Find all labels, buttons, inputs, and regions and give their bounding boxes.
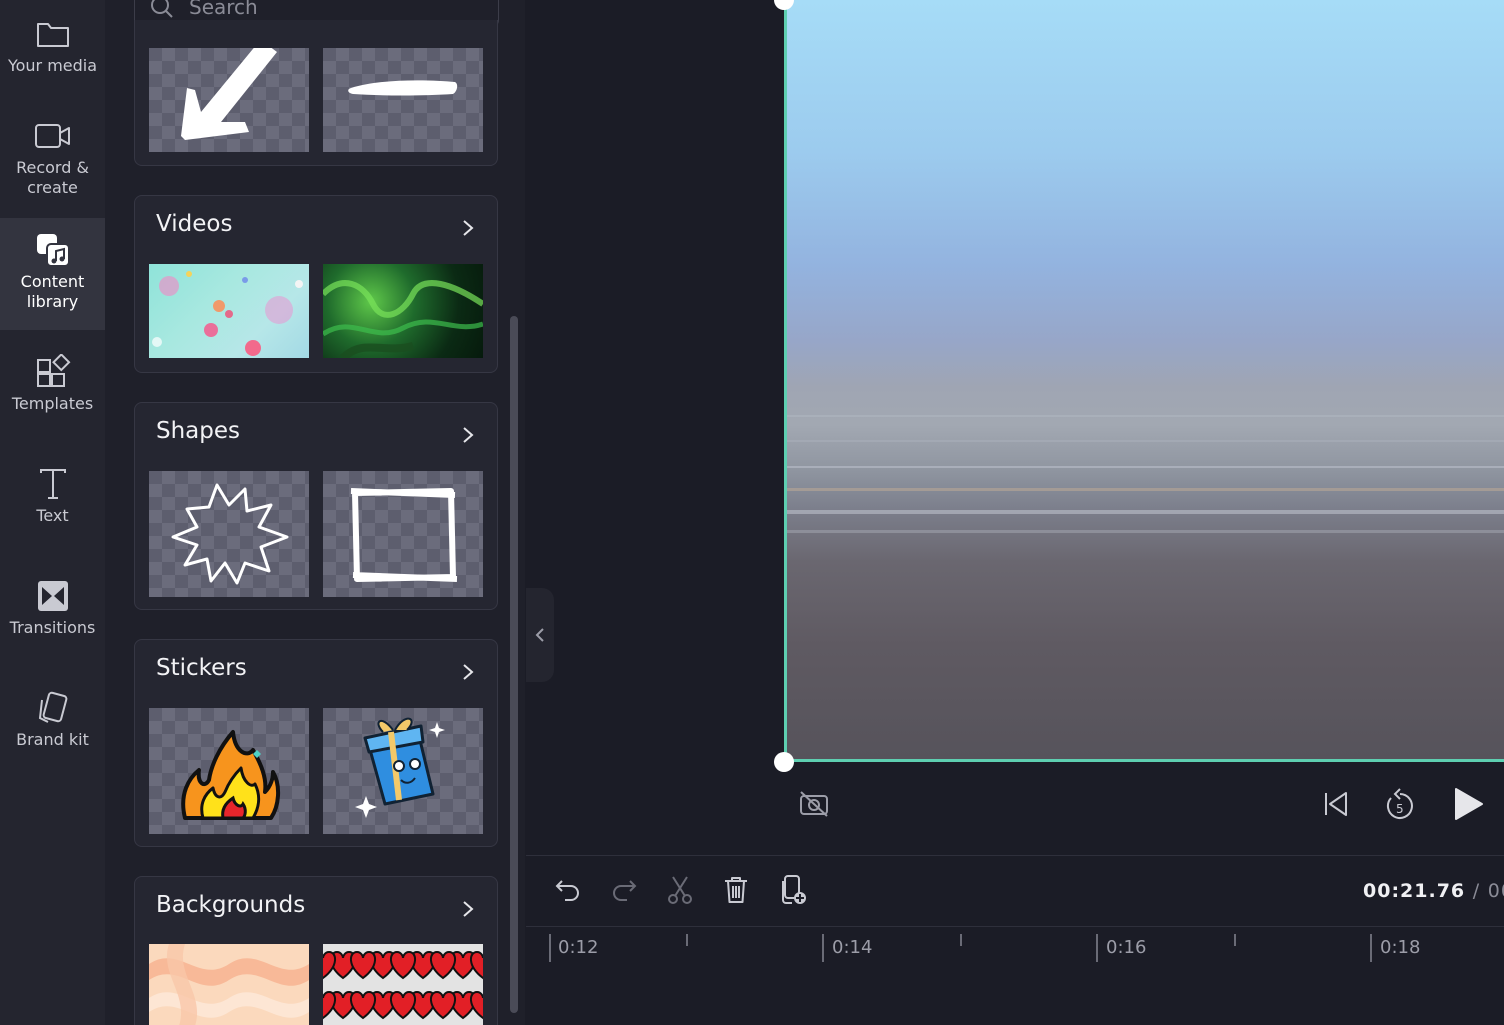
thumbnail-shape-square[interactable] <box>323 471 483 597</box>
thumbnail-shape-burst[interactable] <box>149 471 309 597</box>
section-title: Shapes <box>156 418 241 444</box>
wave-line <box>787 415 1504 417</box>
nav-label: Transitions <box>9 618 96 637</box>
nav-label: Content library <box>20 272 85 311</box>
nav-label: Brand kit <box>16 730 89 749</box>
section-card-overlays <box>134 20 498 166</box>
scissors-icon <box>668 876 692 904</box>
duplicate-button[interactable] <box>776 872 812 908</box>
rewind-5-icon: 5 <box>1386 788 1413 819</box>
thumbnail-video-fractal[interactable] <box>323 264 483 358</box>
search-placeholder: Search <box>189 0 258 19</box>
search-icon <box>151 0 173 18</box>
delete-button[interactable] <box>718 872 754 908</box>
camera-off-icon <box>800 791 828 817</box>
section-card-videos: Videos <box>134 195 498 373</box>
tick-label: 0:12 <box>558 937 599 958</box>
trash-icon <box>725 877 747 903</box>
wave-line <box>787 530 1504 533</box>
video-preview[interactable] <box>784 0 1504 762</box>
tick-major <box>1370 934 1372 962</box>
section-title: Videos <box>156 211 233 237</box>
skip-to-start-button[interactable] <box>1318 786 1354 822</box>
thumbnail-brush-stroke[interactable] <box>323 48 483 152</box>
chevron-right-icon[interactable] <box>461 662 475 682</box>
tick-major <box>822 934 824 962</box>
nav-transitions[interactable]: Transitions <box>0 576 105 666</box>
section-title: Stickers <box>156 655 247 681</box>
thumbnail-sticker-gift[interactable] <box>323 708 483 834</box>
chevron-right-icon[interactable] <box>461 425 475 445</box>
section-title: Backgrounds <box>156 892 306 918</box>
camera-icon <box>33 116 73 156</box>
undo-icon <box>555 880 579 901</box>
redo-button[interactable] <box>606 872 642 908</box>
folder-icon <box>33 14 73 54</box>
nav-brand-kit[interactable]: Brand kit <box>0 688 105 778</box>
content-library-icon <box>33 230 73 270</box>
nav-your-media[interactable]: Your media <box>0 14 105 106</box>
play-icon <box>1455 788 1483 820</box>
redo-icon <box>613 880 637 901</box>
undo-button[interactable] <box>550 872 586 908</box>
nav-label: Text <box>36 506 69 525</box>
current-time: 00:21.76 <box>1363 880 1466 902</box>
duplicate-icon <box>782 875 806 904</box>
tick-label: 0:14 <box>832 937 873 958</box>
tick-major <box>549 934 551 962</box>
chevron-right-icon[interactable] <box>461 899 475 919</box>
tick-label: 0:16 <box>1106 937 1147 958</box>
total-time: 00 <box>1487 880 1504 902</box>
split-button[interactable] <box>662 872 698 908</box>
nav-label: Templates <box>11 394 94 413</box>
thumbnail-background-hearts[interactable] <box>323 944 483 1025</box>
hide-camera-button[interactable] <box>796 786 832 822</box>
nav-content-library[interactable]: Content library <box>0 218 105 330</box>
brand-kit-icon <box>33 688 73 728</box>
resize-handle-bottom-left[interactable] <box>774 752 794 772</box>
wave-line <box>787 488 1504 491</box>
nav-label: Record & create <box>16 158 89 197</box>
nav-templates[interactable]: Templates <box>0 352 105 442</box>
editor-app: Your media Record & create Content libra… <box>0 0 1504 1025</box>
thumbnail-video-bubbles[interactable] <box>149 264 309 358</box>
section-card-stickers: Stickers <box>134 639 498 847</box>
tick-minor <box>686 934 688 946</box>
nav-label: Your media <box>7 56 98 75</box>
transitions-icon <box>33 576 73 616</box>
tick-label: 0:18 <box>1380 937 1421 958</box>
tick-major <box>1096 934 1098 962</box>
tick-minor <box>1234 934 1236 946</box>
nav-text[interactable]: Text <box>0 464 105 554</box>
play-button[interactable] <box>1448 784 1488 824</box>
wave-line <box>787 510 1504 514</box>
timeline-ruler-divider <box>526 926 1504 927</box>
panel-scrollbar[interactable] <box>510 316 518 1013</box>
chevron-left-icon <box>535 628 544 642</box>
skip-back-icon <box>1325 792 1347 816</box>
thumbnail-background-waves[interactable] <box>149 944 309 1025</box>
section-card-shapes: Shapes <box>134 402 498 610</box>
rewind-5-button[interactable]: 5 <box>1380 784 1420 824</box>
thumbnail-arrow[interactable] <box>149 48 309 152</box>
wave-line <box>787 466 1504 468</box>
timecode: 00:21.76 / 00 <box>1363 880 1504 902</box>
wave-line <box>787 440 1504 442</box>
nav-record-create[interactable]: Record & create <box>0 116 105 218</box>
section-card-backgrounds: Backgrounds <box>134 876 498 1025</box>
templates-icon <box>33 352 73 392</box>
chevron-right-icon[interactable] <box>461 218 475 238</box>
tick-minor <box>960 934 962 946</box>
svg-text:5: 5 <box>1396 802 1404 816</box>
text-icon <box>33 464 73 504</box>
time-separator: / <box>1472 880 1481 902</box>
left-nav: Your media Record & create Content libra… <box>0 0 105 1025</box>
thumbnail-sticker-fire[interactable] <box>149 708 309 834</box>
collapse-panel-button[interactable] <box>526 588 554 682</box>
